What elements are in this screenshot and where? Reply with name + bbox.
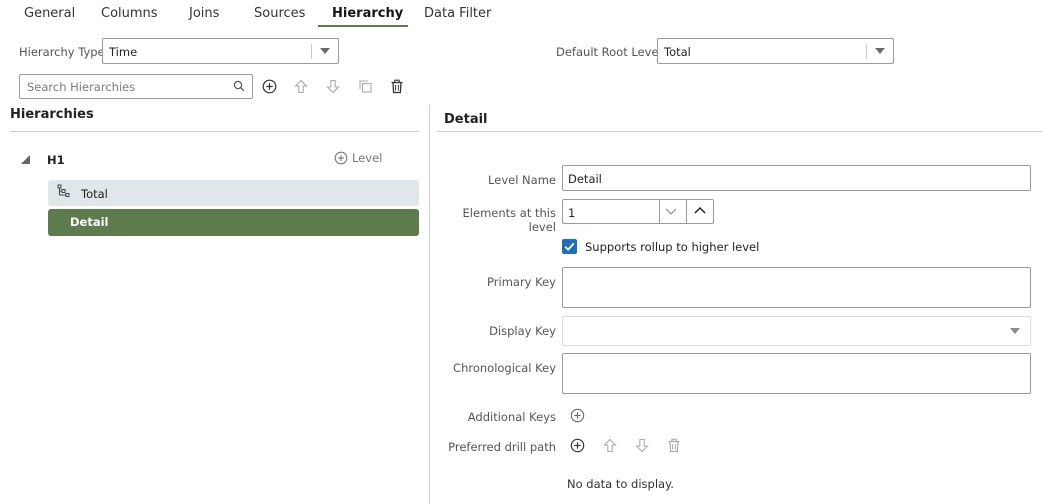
caret-down-icon xyxy=(320,48,330,54)
level-name-value: Detail xyxy=(568,172,602,186)
add-additional-key-icon[interactable] xyxy=(570,408,585,426)
add-level-button[interactable]: Level xyxy=(334,151,382,165)
stepper-divider xyxy=(659,199,660,224)
detail-divider xyxy=(437,131,1042,132)
detail-title: Detail xyxy=(444,112,488,127)
level-label: Detail xyxy=(70,215,109,229)
hierarchies-title: Hierarchies xyxy=(10,107,94,122)
elements-stepper[interactable]: 1 xyxy=(562,199,714,224)
tab-general[interactable]: General xyxy=(24,0,75,28)
arrow-down-icon[interactable] xyxy=(324,77,342,95)
check-icon xyxy=(564,242,575,251)
collapse-triangle-icon[interactable] xyxy=(20,154,31,168)
active-tab-indicator xyxy=(318,25,408,27)
search-icon[interactable] xyxy=(233,80,245,95)
display-key-select[interactable] xyxy=(562,316,1031,346)
arrow-up-icon[interactable] xyxy=(292,77,310,95)
caret-down-icon xyxy=(1010,328,1020,334)
caret-down-icon xyxy=(875,48,885,54)
add-level-label: Level xyxy=(352,151,383,165)
primary-key-label: Primary Key xyxy=(487,275,556,289)
search-input[interactable] xyxy=(27,80,227,94)
additional-keys-label: Additional Keys xyxy=(467,410,556,424)
arrow-down-icon[interactable] xyxy=(635,438,649,456)
chevron-up-icon[interactable] xyxy=(693,205,707,220)
hierarchy-level-icon xyxy=(57,184,73,203)
trash-icon[interactable] xyxy=(667,438,681,456)
elements-at-level-label: Elements at this level xyxy=(462,206,556,234)
tab-data-filter[interactable]: Data Filter xyxy=(424,0,491,28)
tab-joins[interactable]: Joins xyxy=(189,0,219,28)
copy-icon[interactable] xyxy=(356,77,374,95)
stepper-divider xyxy=(686,199,687,224)
hierarchy-type-value: Time xyxy=(109,45,138,59)
trash-icon[interactable] xyxy=(388,77,406,95)
primary-key-field[interactable] xyxy=(562,267,1031,308)
chronological-key-field[interactable] xyxy=(562,353,1031,394)
hierarchy-type-label: Hierarchy Type xyxy=(19,45,105,59)
hierarchy-type-select[interactable]: Time xyxy=(102,38,339,64)
chronological-key-label: Chronological Key xyxy=(453,361,556,375)
arrow-up-icon[interactable] xyxy=(603,438,617,456)
level-label: Total xyxy=(81,187,108,201)
level-name-field[interactable]: Detail xyxy=(562,165,1031,191)
rollup-label: Supports rollup to higher level xyxy=(585,240,760,254)
level-row-detail[interactable]: Detail xyxy=(48,209,419,236)
level-name-label: Level Name xyxy=(488,173,556,187)
default-root-level-value: Total xyxy=(664,45,691,59)
panel-divider xyxy=(429,105,430,504)
add-hierarchy-icon[interactable] xyxy=(260,77,278,95)
add-icon xyxy=(334,151,348,165)
hierarchy-name[interactable]: H1 xyxy=(47,153,65,167)
tab-hierarchy[interactable]: Hierarchy xyxy=(332,0,403,28)
select-divider xyxy=(866,44,867,59)
default-root-level-label: Default Root Level xyxy=(556,45,662,59)
preferred-drill-path-label: Preferred drill path xyxy=(448,440,556,454)
no-data-message: No data to display. xyxy=(567,477,674,491)
display-key-label: Display Key xyxy=(489,324,556,338)
chevron-down-icon[interactable] xyxy=(664,205,678,220)
hierarchies-divider xyxy=(10,131,419,132)
add-drill-path-icon[interactable] xyxy=(570,438,585,456)
search-hierarchies xyxy=(19,74,253,99)
rollup-checkbox[interactable] xyxy=(562,239,577,254)
elements-value: 1 xyxy=(568,206,576,220)
tab-sources[interactable]: Sources xyxy=(254,0,305,28)
tab-columns[interactable]: Columns xyxy=(101,0,158,28)
select-divider xyxy=(311,44,312,59)
default-root-level-select[interactable]: Total xyxy=(657,38,894,64)
level-row-total[interactable]: Total xyxy=(48,180,419,206)
